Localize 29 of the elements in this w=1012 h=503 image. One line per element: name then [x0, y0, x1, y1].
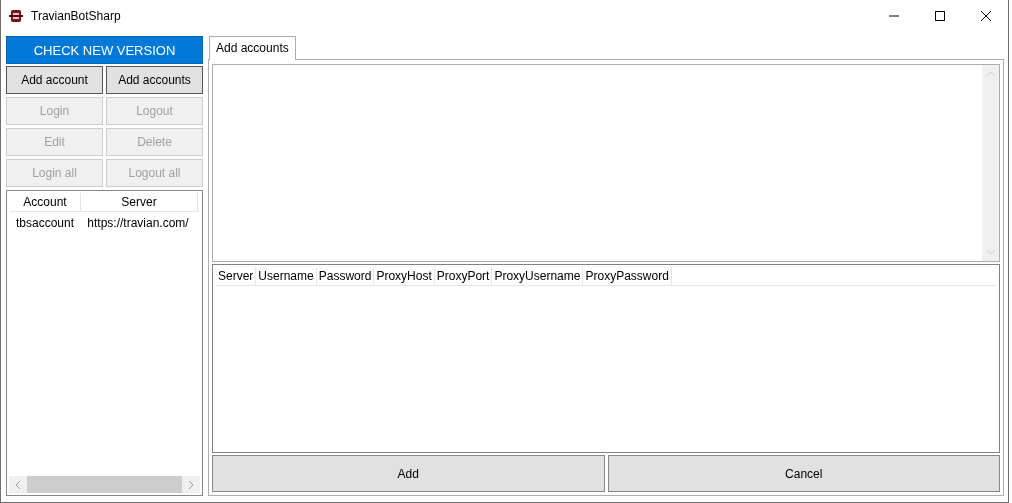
- scroll-right-icon[interactable]: [187, 479, 195, 490]
- column-header[interactable]: ProxyPort: [434, 267, 493, 285]
- column-header[interactable]: Account: [10, 193, 81, 211]
- scroll-left-icon[interactable]: [14, 479, 22, 490]
- app-logo-icon: [9, 9, 23, 23]
- scroll-up-icon[interactable]: [985, 70, 996, 78]
- table-cell-text: https://travian.com/: [86, 215, 190, 232]
- check-version-button[interactable]: CHECK NEW VERSION: [6, 36, 203, 64]
- action-button[interactable]: Cancel: [607, 455, 1000, 492]
- table-cell-text: tbsaccount: [14, 215, 75, 232]
- tab[interactable]: Add accounts: [209, 36, 296, 60]
- column-header[interactable]: Password: [316, 267, 375, 285]
- column-header[interactable]: Server: [81, 193, 198, 211]
- scroll-thumb[interactable]: [26, 476, 183, 493]
- maximize-icon[interactable]: [934, 10, 946, 22]
- sidebar-button[interactable]: Add accounts: [106, 66, 203, 94]
- window-title: TravianBotSharp: [31, 9, 121, 23]
- accounts-text-field[interactable]: [212, 64, 1000, 262]
- close-icon[interactable]: [980, 10, 992, 22]
- vertical-scrollbar[interactable]: [982, 65, 999, 261]
- sidebar-button[interactable]: Add account: [6, 66, 103, 94]
- column-header[interactable]: Server: [216, 267, 257, 285]
- column-header[interactable]: ProxyUsername: [492, 267, 584, 285]
- action-button[interactable]: Add: [212, 455, 605, 492]
- column-header[interactable]: Username: [256, 267, 317, 285]
- column-header[interactable]: ProxyPassword: [583, 267, 672, 285]
- column-header[interactable]: ProxyHost: [374, 267, 435, 285]
- scroll-down-icon[interactable]: [985, 248, 996, 256]
- horizontal-scrollbar[interactable]: [9, 476, 200, 493]
